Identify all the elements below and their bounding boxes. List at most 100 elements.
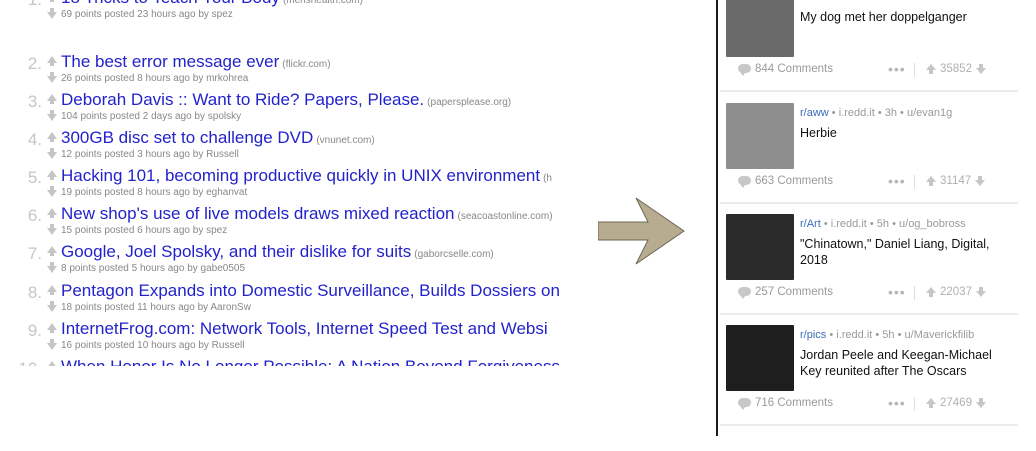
vote-arrows xyxy=(46,361,58,366)
vote-controls: 31147 xyxy=(926,175,986,187)
post-age: 3h xyxy=(884,107,897,119)
post-title-link[interactable]: The best error message ever xyxy=(61,52,279,71)
post-meta: 12 points posted 3 hours ago by Russell xyxy=(61,149,239,160)
comments-button[interactable]: 716 Comments xyxy=(738,397,833,410)
post-title-link[interactable]: 18 Tricks to Teach Your Body xyxy=(61,0,280,7)
post-title-line: Google, Joel Spolsky, and their dislike … xyxy=(61,242,494,262)
upvote-arrow-icon[interactable] xyxy=(926,287,936,297)
rank-number: 1. xyxy=(18,0,42,10)
post-author[interactable]: u/Maverickfilib xyxy=(905,329,975,341)
post-title-link[interactable]: Hacking 101, becoming productive quickly… xyxy=(61,166,540,185)
post-title[interactable]: My dog met her doppelganger xyxy=(800,9,1012,25)
vote-score: 35852 xyxy=(940,63,972,75)
post-domain[interactable]: (flickr.com) xyxy=(282,59,330,70)
post-title-link[interactable]: Pentagon Expands into Domestic Surveilla… xyxy=(61,281,560,300)
post-thumbnail[interactable] xyxy=(726,325,794,391)
rank-number: 8. xyxy=(27,283,42,302)
vote-arrows xyxy=(46,0,58,22)
post-thumbnail[interactable] xyxy=(726,214,794,280)
post-title[interactable]: Jordan Peele and Keegan-Michael Key reun… xyxy=(800,347,1012,379)
post-domain[interactable]: (menshealth.com) xyxy=(283,0,363,6)
comments-count: 844 Comments xyxy=(755,63,833,75)
comments-button[interactable]: 844 Comments xyxy=(738,63,833,76)
upvote-arrow-icon[interactable] xyxy=(926,176,936,186)
downvote-arrow-icon[interactable] xyxy=(975,287,986,297)
post-thumbnail[interactable] xyxy=(726,103,794,169)
downvote-arrow-icon[interactable] xyxy=(47,301,57,312)
rank-number: 3. xyxy=(27,92,42,111)
comments-button[interactable]: 257 Comments xyxy=(738,286,833,299)
list-item: 3. Deborah Davis :: Want to Ride? Papers,… xyxy=(0,90,566,128)
rank-number: 4. xyxy=(27,130,42,149)
subreddit-link[interactable]: r/pics xyxy=(800,329,826,341)
upvote-arrow-icon[interactable] xyxy=(47,208,57,218)
post-source[interactable]: i.redd.it xyxy=(836,329,872,341)
more-options-icon[interactable]: ••• xyxy=(888,284,906,300)
post-title-link[interactable]: 300GB disc set to challenge DVD xyxy=(61,128,313,147)
list-item: 2. The best error message ever (flickr.com… xyxy=(0,52,566,90)
upvote-arrow-icon[interactable] xyxy=(47,94,57,104)
post-domain[interactable]: (h xyxy=(543,173,552,184)
upvote-arrow-icon[interactable] xyxy=(47,56,57,66)
transition-arrow-icon xyxy=(598,197,685,265)
post-author[interactable]: u/og_bobross xyxy=(899,218,966,230)
rank-number: 7. xyxy=(27,244,42,263)
post-title-link[interactable]: New shop's use of live models draws mixe… xyxy=(61,204,454,223)
comment-bubble-icon xyxy=(738,398,751,410)
downvote-arrow-icon[interactable] xyxy=(47,224,57,235)
card-divider xyxy=(720,313,1018,315)
post-title-link[interactable]: Deborah Davis :: Want to Ride? Papers, P… xyxy=(61,90,424,109)
post-title-line: New shop's use of live models draws mixe… xyxy=(61,204,553,224)
post-card: r/Art • i.redd.it • 5h • u/og_bobross "Ch… xyxy=(718,214,1018,325)
downvote-arrow-icon[interactable] xyxy=(47,262,57,273)
post-source[interactable]: i.redd.it xyxy=(839,107,875,119)
downvote-arrow-icon[interactable] xyxy=(47,148,57,159)
post-domain[interactable]: (vnunet.com) xyxy=(316,135,374,146)
post-meta-line: r/Art • i.redd.it • 5h • u/og_bobross xyxy=(800,218,966,230)
upvote-arrow-icon[interactable] xyxy=(47,323,57,333)
post-domain[interactable]: (gaborcselle.com) xyxy=(414,249,493,260)
downvote-arrow-icon[interactable] xyxy=(47,339,57,350)
post-title[interactable]: Herbie xyxy=(800,125,1012,141)
upvote-arrow-icon[interactable] xyxy=(926,64,936,74)
upvote-arrow-icon[interactable] xyxy=(47,170,57,180)
post-title-line: The best error message ever (flickr.com) xyxy=(61,52,331,72)
upvote-arrow-icon[interactable] xyxy=(926,398,936,408)
post-title-link[interactable]: Google, Joel Spolsky, and their dislike … xyxy=(61,242,411,261)
post-title[interactable]: "Chinatown," Daniel Liang, Digital, 2018 xyxy=(800,236,1012,268)
downvote-arrow-icon[interactable] xyxy=(975,176,986,186)
subreddit-link[interactable]: r/Art xyxy=(800,218,821,230)
more-options-icon[interactable]: ••• xyxy=(888,173,906,189)
vote-score: 22037 xyxy=(940,286,972,298)
comment-bubble-icon xyxy=(738,176,751,188)
post-thumbnail[interactable] xyxy=(726,0,794,57)
post-author[interactable]: u/evan1g xyxy=(907,107,952,119)
post-source[interactable]: i.redd.it xyxy=(831,218,867,230)
comments-count: 257 Comments xyxy=(755,286,833,298)
comments-button[interactable]: 663 Comments xyxy=(738,175,833,188)
list-item: 8. Pentagon Expands into Domestic Surveil… xyxy=(0,281,566,319)
upvote-arrow-icon[interactable] xyxy=(47,361,57,366)
more-options-icon[interactable]: ••• xyxy=(888,395,906,411)
more-options-icon[interactable]: ••• xyxy=(888,61,906,77)
downvote-arrow-icon[interactable] xyxy=(47,186,57,197)
subreddit-link[interactable]: r/aww xyxy=(800,107,829,119)
downvote-arrow-icon[interactable] xyxy=(47,8,57,19)
downvote-arrow-icon[interactable] xyxy=(975,398,986,408)
post-card: r/pics • i.redd.it • 5h • u/Maverickfili… xyxy=(718,325,1018,436)
downvote-arrow-icon[interactable] xyxy=(975,64,986,74)
post-domain[interactable]: (papersplease.org) xyxy=(427,97,511,108)
post-domain[interactable]: (seacoastonline.com) xyxy=(457,211,552,222)
card-divider xyxy=(720,424,1018,426)
downvote-arrow-icon[interactable] xyxy=(47,72,57,83)
upvote-arrow-icon[interactable] xyxy=(47,246,57,256)
downvote-arrow-icon[interactable] xyxy=(47,110,57,121)
post-meta: 16 points posted 10 hours ago by Russell xyxy=(61,340,245,351)
post-meta: 104 points posted 2 days ago by spolsky xyxy=(61,111,242,122)
upvote-arrow-icon[interactable] xyxy=(47,132,57,142)
post-title-link[interactable]: InternetFrog.com: Network Tools, Interne… xyxy=(61,319,548,338)
upvote-arrow-icon[interactable] xyxy=(47,285,57,295)
post-title-link[interactable]: When Honor Is No Longer Possible: A Nati… xyxy=(61,357,560,366)
post-meta: 69 points posted 23 hours ago by spez xyxy=(61,9,233,20)
rank-number: 6. xyxy=(27,206,42,225)
